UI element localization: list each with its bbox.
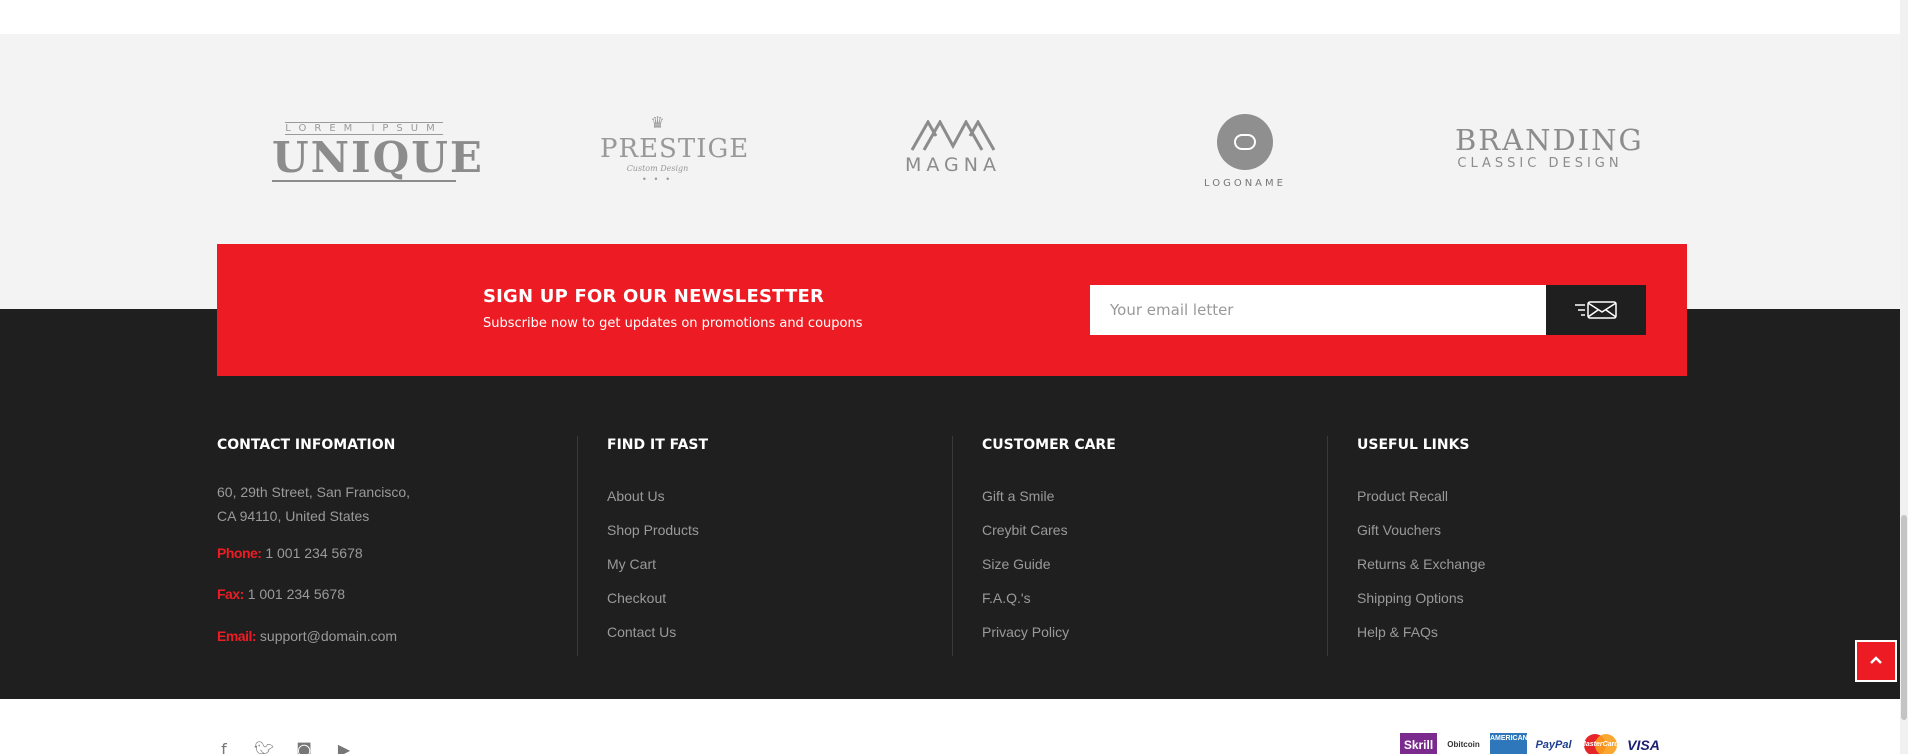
facebook-icon[interactable]: f xyxy=(214,740,234,754)
footer-link-about-us[interactable]: About Us xyxy=(607,479,907,513)
twitter-icon[interactable]: 🐦︎ xyxy=(254,740,274,754)
footer-useful-links-column: USEFUL LINKS Product Recall Gift Voucher… xyxy=(1357,435,1657,649)
brand-logo-unique[interactable]: LOREM IPSUM UNIQUE xyxy=(272,118,484,182)
mastercard-label: MasterCard xyxy=(1580,741,1617,748)
footer-link-label[interactable]: About Us xyxy=(607,488,665,504)
footer-link-label[interactable]: Shipping Options xyxy=(1357,590,1464,606)
footer-divider xyxy=(952,436,953,656)
brand-logo-branding[interactable]: BRANDING CLASSIC DESIGN xyxy=(1455,123,1644,172)
footer-customer-care-column: CUSTOMER CARE Gift a Smile Creybit Cares… xyxy=(982,435,1282,649)
contact-email: Email: support@domain.com xyxy=(217,624,557,648)
footer-divider xyxy=(1327,436,1328,656)
footer-link-label[interactable]: Creybit Cares xyxy=(982,522,1068,538)
footer-link-label[interactable]: Size Guide xyxy=(982,556,1050,572)
contact-fax: Fax: 1 001 234 5678 xyxy=(217,582,557,606)
footer-link-product-recall[interactable]: Product Recall xyxy=(1357,479,1657,513)
brand-unique-big: UNIQUE xyxy=(272,133,484,182)
logoname-circle-icon xyxy=(1217,114,1273,170)
footer-link-label[interactable]: Gift a Smile xyxy=(982,488,1054,504)
brand-branding-small: CLASSIC DESIGN xyxy=(1457,156,1623,171)
customer-care-links: Gift a Smile Creybit Cares Size Guide F.… xyxy=(982,479,1282,649)
newsletter-submit-button[interactable] xyxy=(1546,285,1646,335)
brand-logoname-text: LOGONAME xyxy=(1204,178,1286,189)
skrill-icon: Skrill xyxy=(1400,733,1437,754)
address-line-1: 60, 29th Street, San Francisco, xyxy=(217,484,410,500)
useful-links-list: Product Recall Gift Vouchers Returns & E… xyxy=(1357,479,1657,649)
youtube-icon[interactable]: ▶ xyxy=(334,740,354,754)
brand-logo-magna[interactable]: MAGNA xyxy=(898,120,1008,176)
top-white-band xyxy=(0,0,1908,34)
find-it-fast-heading: FIND IT FAST xyxy=(607,437,709,453)
back-to-top-button[interactable] xyxy=(1855,640,1897,682)
footer-link-help-faqs[interactable]: Help & FAQs xyxy=(1357,615,1657,649)
social-links: f 🐦︎ ◙ ▶ xyxy=(214,740,354,754)
footer-link-privacy-policy[interactable]: Privacy Policy xyxy=(982,615,1282,649)
payment-methods: Skrill Obitcoin AMERICAN EXPRESS PayPal … xyxy=(1400,733,1662,754)
brand-magna-big: MAGNA xyxy=(905,154,1001,176)
footer-link-size-guide[interactable]: Size Guide xyxy=(982,547,1282,581)
amex-icon: AMERICAN EXPRESS xyxy=(1490,733,1527,754)
scrollbar-thumb[interactable] xyxy=(1901,515,1907,720)
footer-link-creybit-cares[interactable]: Creybit Cares xyxy=(982,513,1282,547)
newsletter-subtitle: Subscribe now to get updates on promotio… xyxy=(483,316,863,331)
magna-mark-icon xyxy=(910,120,996,151)
email-label: Email: xyxy=(217,628,257,644)
newsletter-banner: SIGN UP FOR OUR NEWSLESTTER Subscribe no… xyxy=(217,244,1687,376)
brand-prestige-small: Custom Design xyxy=(626,164,689,173)
bitcoin-icon: Obitcoin xyxy=(1445,733,1482,754)
visa-icon: VISA xyxy=(1625,733,1662,754)
footer-find-it-fast-column: FIND IT FAST About Us Shop Products My C… xyxy=(607,435,907,649)
footer-link-shop-products[interactable]: Shop Products xyxy=(607,513,907,547)
footer-link-label[interactable]: Checkout xyxy=(607,590,666,606)
footer-link-gift-vouchers[interactable]: Gift Vouchers xyxy=(1357,513,1657,547)
footer-link-label[interactable]: Product Recall xyxy=(1357,488,1448,504)
useful-links-heading: USEFUL LINKS xyxy=(1357,437,1470,453)
fax-label: Fax: xyxy=(217,586,244,602)
contact-phone: Phone: 1 001 234 5678 xyxy=(217,541,557,565)
brand-branding-big: BRANDING xyxy=(1455,123,1644,157)
footer-divider xyxy=(577,436,578,656)
footer-link-checkout[interactable]: Checkout xyxy=(607,581,907,615)
footer-link-label[interactable]: My Cart xyxy=(607,556,656,572)
footer-link-my-cart[interactable]: My Cart xyxy=(607,547,907,581)
footer-link-label[interactable]: Gift Vouchers xyxy=(1357,522,1441,538)
footer-link-label[interactable]: Privacy Policy xyxy=(982,624,1069,640)
footer-link-label[interactable]: Shop Products xyxy=(607,522,699,538)
brand-prestige-dots: • • • xyxy=(642,174,673,184)
contact-heading: CONTACT INFOMATION xyxy=(217,437,396,453)
brand-prestige-big: PRESTIGE xyxy=(600,134,750,164)
customer-care-heading: CUSTOMER CARE xyxy=(982,437,1116,453)
footer-link-contact-us[interactable]: Contact Us xyxy=(607,615,907,649)
mastercard-icon: MasterCard xyxy=(1580,733,1617,754)
instagram-icon[interactable]: ◙ xyxy=(294,740,314,754)
newsletter-email-input[interactable] xyxy=(1090,285,1546,335)
footer-link-label[interactable]: Help & FAQs xyxy=(1357,624,1438,640)
phone-value[interactable]: 1 001 234 5678 xyxy=(265,545,362,561)
newsletter-title: SIGN UP FOR OUR NEWSLESTTER xyxy=(483,286,825,307)
crown-icon: ♛ xyxy=(650,115,665,132)
paypal-icon: PayPal xyxy=(1535,733,1572,754)
brand-logo-prestige[interactable]: ♛ PRESTIGE Custom Design • • • xyxy=(600,114,750,184)
fax-value: 1 001 234 5678 xyxy=(247,586,346,602)
chevron-up-icon xyxy=(1870,656,1882,664)
send-mail-icon xyxy=(1575,301,1617,319)
footer-link-faqs[interactable]: F.A.Q.'s xyxy=(982,581,1282,615)
footer-link-label[interactable]: Contact Us xyxy=(607,624,676,640)
find-it-fast-links: About Us Shop Products My Cart Checkout … xyxy=(607,479,907,649)
footer-link-returns-exchange[interactable]: Returns & Exchange xyxy=(1357,547,1657,581)
brand-logo-logoname[interactable]: LOGONAME xyxy=(1195,114,1295,189)
phone-label: Phone: xyxy=(217,545,262,561)
footer-link-gift-a-smile[interactable]: Gift a Smile xyxy=(982,479,1282,513)
footer-contact-column: CONTACT INFOMATION 60, 29th Street, San … xyxy=(217,435,557,648)
email-value[interactable]: support@domain.com xyxy=(260,628,397,644)
contact-address: 60, 29th Street, San Francisco, CA 94110… xyxy=(217,480,557,528)
footer-link-label[interactable]: F.A.Q.'s xyxy=(982,590,1031,606)
address-line-2: CA 94110, United States xyxy=(217,508,370,524)
footer-link-label[interactable]: Returns & Exchange xyxy=(1357,556,1485,572)
footer-link-shipping-options[interactable]: Shipping Options xyxy=(1357,581,1657,615)
